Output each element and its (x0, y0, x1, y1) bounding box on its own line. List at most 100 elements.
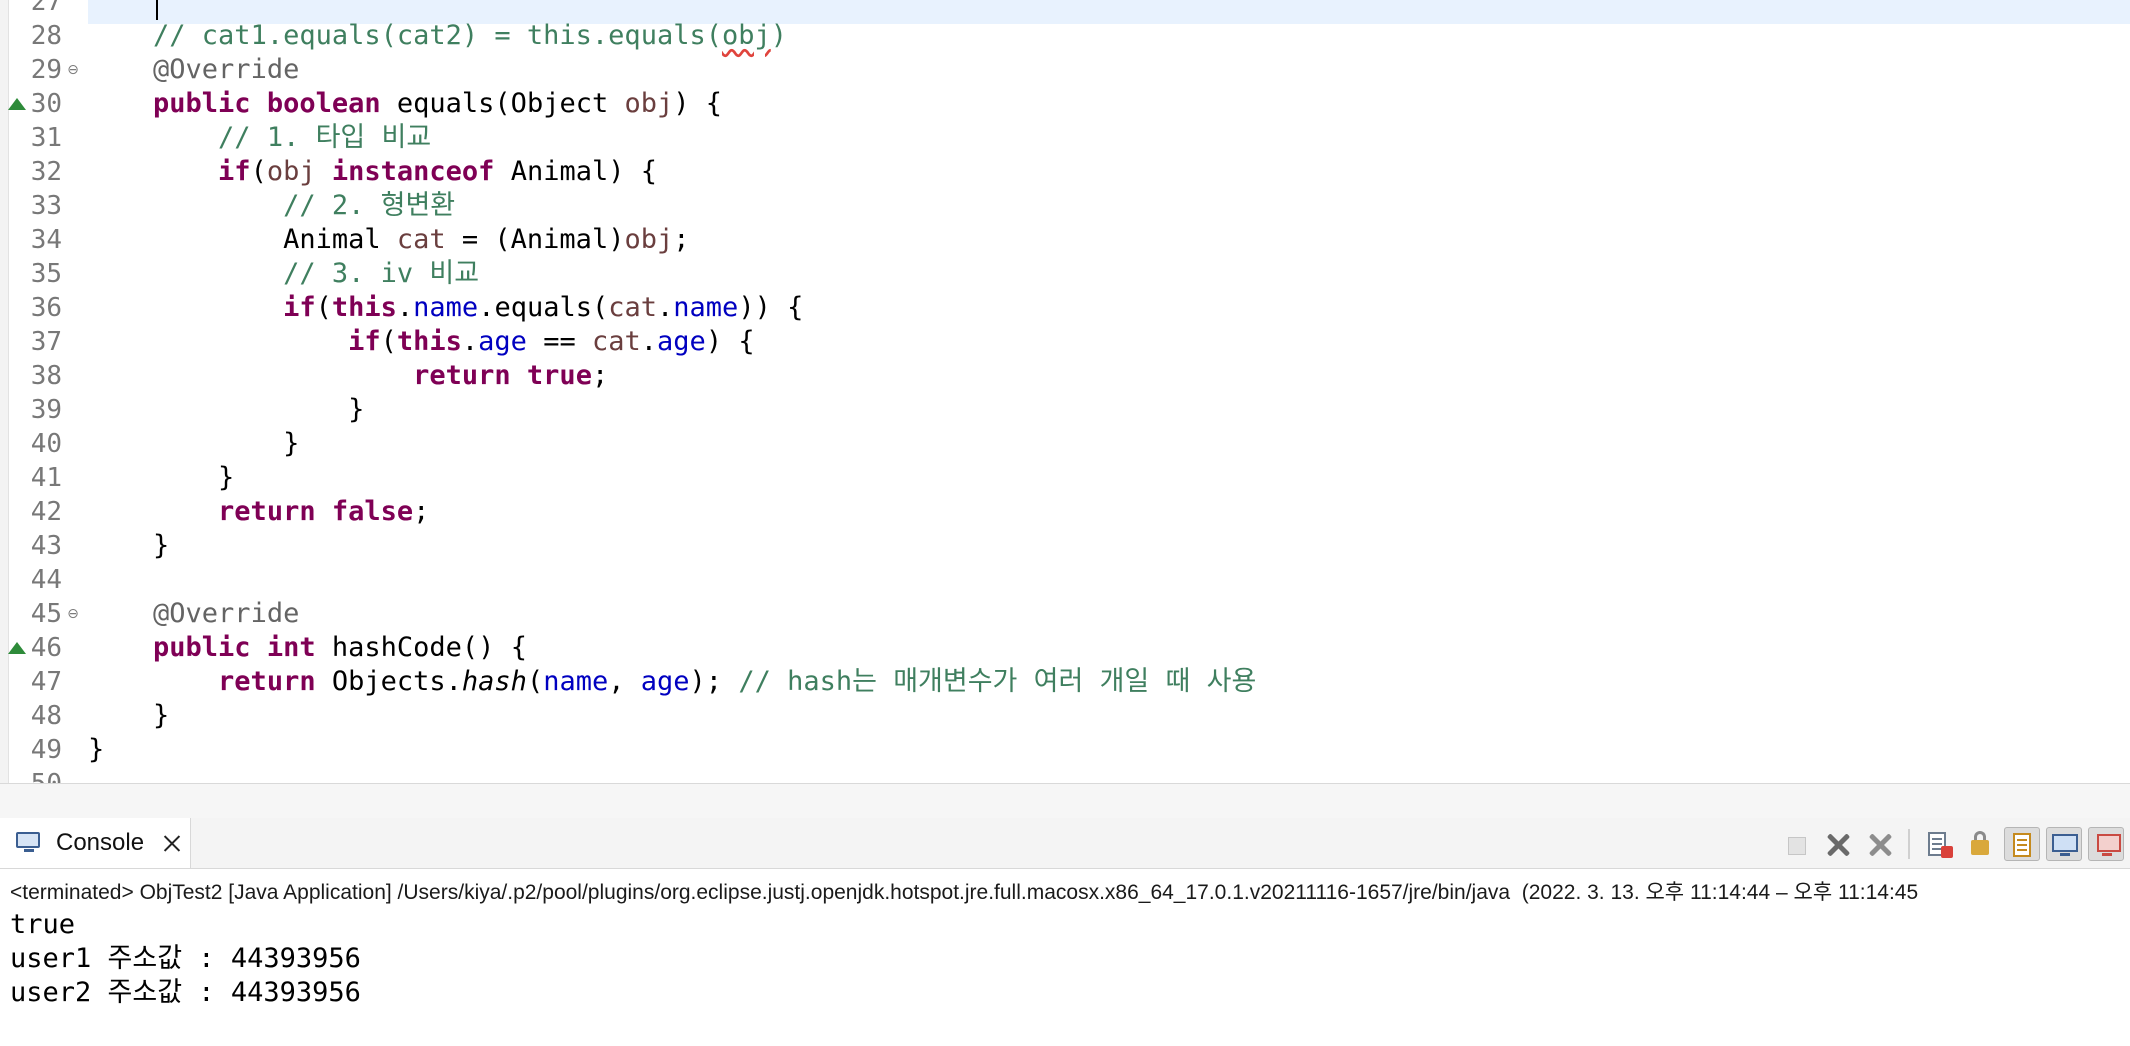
code-token: . (640, 326, 658, 357)
word-wrap-icon[interactable] (2004, 827, 2040, 861)
line-number: 34 (30, 225, 62, 255)
console-view: Console <terminated> ObjTest2 [Java Appl… (0, 818, 2130, 1046)
code-token: ; (413, 496, 430, 527)
line-number: 49 (30, 735, 62, 765)
code-token: // 3. iv 비교 (283, 258, 480, 289)
code-token: ( (315, 292, 332, 323)
line-number: 41 (30, 463, 62, 493)
code-token: } (88, 700, 170, 731)
editor-horizontal-scrollbar[interactable] (0, 783, 2130, 819)
console-toolbar (1778, 826, 2130, 862)
code-lines[interactable]: 27 28 // cat1.equals(cat2) = this.equals(… (0, 0, 2130, 783)
code-line[interactable]: 35 // 3. iv 비교 (0, 257, 2130, 291)
code-token: // hash는 매개변수가 여러 개일 때 사용 (738, 666, 1257, 697)
code-line[interactable]: 33 // 2. 형변환 (0, 189, 2130, 223)
code-line[interactable]: 49} (0, 733, 2130, 767)
code-token: return (218, 496, 316, 527)
code-token: ; (673, 224, 690, 255)
code-line[interactable]: 46 public int hashCode() { (0, 631, 2130, 665)
remove-all-terminated-icon[interactable] (1862, 827, 1898, 861)
code-line[interactable]: 50 (0, 767, 2130, 783)
code-token: this (396, 326, 462, 357)
line-number: 45 (30, 599, 62, 629)
code-token: @Override (153, 54, 300, 85)
code-token: } (88, 462, 235, 493)
code-line[interactable]: 36 if(this.name.equals(cat.name)) { (0, 291, 2130, 325)
text-caret (156, 0, 158, 20)
close-icon[interactable] (162, 833, 182, 853)
override-marker-icon[interactable] (8, 642, 26, 654)
code-line[interactable]: 31 // 1. 타입 비교 (0, 121, 2130, 155)
code-line[interactable]: 40 } (0, 427, 2130, 461)
code-token: int (266, 632, 316, 663)
code-token: ( (526, 666, 544, 697)
code-token: cat (608, 292, 658, 323)
code-text: if(obj instanceof Animal) { (88, 155, 657, 189)
code-line[interactable]: 29 ⊖ @Override (0, 53, 2130, 87)
code-text: // 3. iv 비교 (88, 257, 479, 291)
code-token: hashCode() { (315, 632, 527, 663)
code-text: @Override (88, 597, 299, 631)
code-line[interactable]: 37 if(this.age == cat.age) { (0, 325, 2130, 359)
code-token: ) { (705, 326, 755, 357)
clear-console-icon[interactable] (1920, 827, 1956, 861)
remove-launch-icon[interactable] (1820, 827, 1856, 861)
code-token: obj (721, 20, 771, 51)
code-token: cat (591, 326, 641, 357)
code-text: Animal cat = (Animal)obj; (88, 223, 690, 257)
line-number: 40 (30, 429, 62, 459)
code-editor[interactable]: 27 28 // cat1.equals(cat2) = this.equals(… (0, 0, 2130, 783)
code-text: } (88, 427, 299, 461)
stop-icon[interactable] (1778, 827, 1814, 861)
override-marker-icon[interactable] (8, 98, 26, 110)
code-token: } (88, 530, 170, 561)
code-token: name (673, 292, 739, 323)
line-number: 28 (30, 21, 62, 51)
code-token: . (657, 292, 674, 323)
code-line[interactable]: 41 } (0, 461, 2130, 495)
code-token: this (331, 292, 397, 323)
code-line[interactable]: 45 ⊖ @Override (0, 597, 2130, 631)
code-line[interactable]: 42 return false; (0, 495, 2130, 529)
fold-collapse-icon[interactable]: ⊖ (64, 53, 82, 87)
code-token: ( (380, 326, 397, 357)
code-token: age (657, 326, 706, 357)
tab-console[interactable]: Console (0, 818, 191, 868)
code-token: equals(Object (380, 88, 625, 119)
code-token: Animal (88, 224, 397, 255)
code-token: , (608, 666, 641, 697)
code-line[interactable]: 43 } (0, 529, 2130, 563)
code-line[interactable]: 44 (0, 563, 2130, 597)
code-line[interactable]: 27 (0, 0, 2130, 19)
code-text: } (88, 733, 104, 767)
code-token: boolean (266, 88, 381, 119)
code-text: // 2. 형변환 (88, 189, 455, 223)
line-number: 50 (0, 767, 62, 783)
code-line[interactable]: 34 Animal cat = (Animal)obj; (0, 223, 2130, 257)
code-text: @Override (88, 53, 299, 87)
code-line[interactable]: 39 } (0, 393, 2130, 427)
code-line[interactable]: 47 return Objects.hash(name, age); // ha… (0, 665, 2130, 699)
code-token: true (526, 360, 592, 391)
show-on-stdout-icon[interactable] (2046, 827, 2082, 861)
code-line[interactable]: 38 return true; (0, 359, 2130, 393)
code-line[interactable]: 48 } (0, 699, 2130, 733)
console-output[interactable]: true user1 주소값 : 44393956 user2 주소값 : 44… (10, 908, 361, 1010)
code-line[interactable]: 30 public boolean equals(Object obj) { (0, 87, 2130, 121)
show-on-stderr-icon[interactable] (2088, 827, 2124, 861)
code-token: Animal) { (494, 156, 657, 187)
code-line[interactable]: 32 if(obj instanceof Animal) { (0, 155, 2130, 189)
code-line[interactable]: 28 // cat1.equals(cat2) = this.equals(ob… (0, 19, 2130, 53)
scroll-lock-icon[interactable] (1962, 827, 1998, 861)
fold-collapse-icon[interactable]: ⊖ (64, 597, 82, 631)
